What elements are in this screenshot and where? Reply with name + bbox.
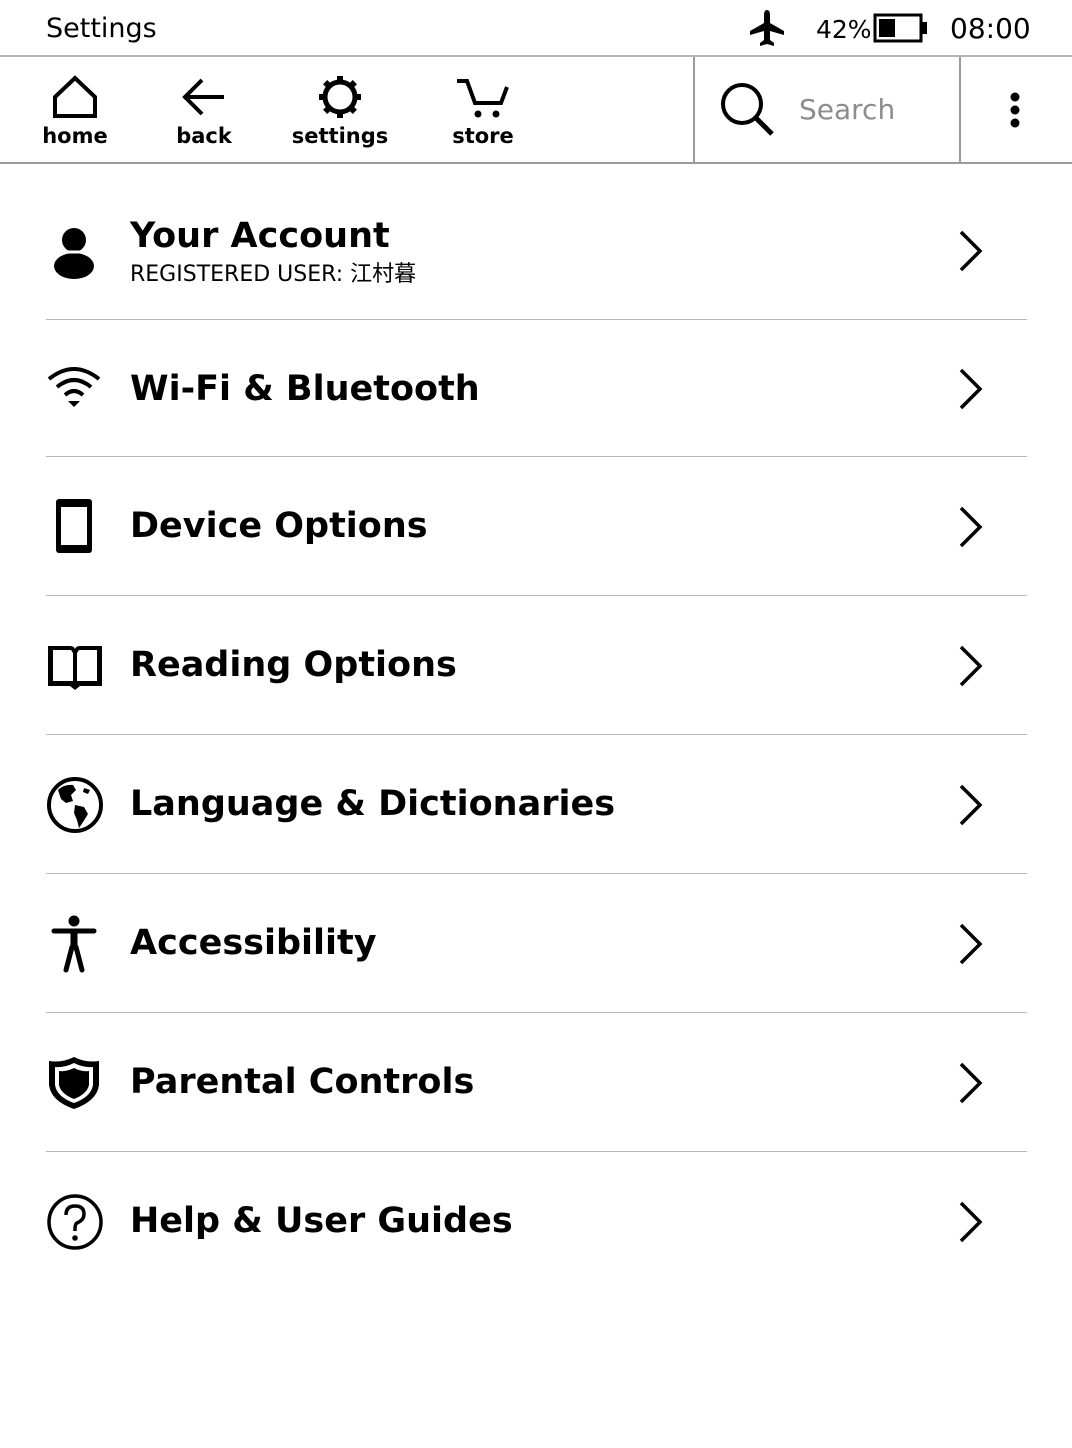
settings-item-label: Your Account	[130, 216, 390, 256]
home-label: home	[42, 124, 108, 148]
settings-item-label: Reading Options	[130, 645, 457, 685]
back-arrow-icon	[182, 78, 224, 116]
settings-item-language-dictionaries[interactable]: Language & Dictionaries	[46, 735, 1027, 874]
settings-item-your-account[interactable]: Your Account REGISTERED USER: 江村暮	[46, 164, 1027, 320]
home-icon	[53, 75, 97, 118]
settings-item-accessibility[interactable]: Accessibility	[46, 874, 1027, 1013]
toolbar: home back settings store Search	[0, 57, 1072, 164]
settings-item-device-options[interactable]: Device Options	[46, 457, 1027, 596]
battery-percentage: 42%	[816, 15, 872, 44]
settings-item-label: Device Options	[130, 506, 428, 546]
chevron-right-icon	[959, 506, 983, 548]
settings-item-reading-options[interactable]: Reading Options	[46, 596, 1027, 735]
chevron-right-icon	[959, 230, 983, 272]
globe-icon	[47, 777, 103, 833]
chevron-right-icon	[959, 784, 983, 826]
settings-label: settings	[291, 124, 389, 148]
status-title: Settings	[46, 13, 157, 44]
settings-item-label: Accessibility	[130, 923, 377, 963]
home-button[interactable]: home	[20, 57, 130, 162]
wifi-icon	[47, 367, 101, 407]
battery-icon	[873, 13, 927, 43]
search-icon	[721, 83, 774, 136]
settings-item-label: Wi-Fi & Bluetooth	[130, 369, 480, 409]
device-icon	[56, 499, 92, 553]
help-icon	[47, 1194, 103, 1250]
airplane-icon	[750, 10, 784, 46]
chevron-right-icon	[959, 923, 983, 965]
accessibility-icon	[51, 915, 97, 973]
settings-item-wifi-bluetooth[interactable]: Wi-Fi & Bluetooth	[46, 320, 1027, 457]
person-icon	[54, 228, 94, 279]
settings-item-label: Parental Controls	[130, 1062, 475, 1102]
more-vertical-icon[interactable]	[990, 87, 1040, 137]
chevron-right-icon	[959, 645, 983, 687]
book-icon	[48, 646, 102, 690]
gear-icon	[319, 76, 361, 118]
chevron-right-icon	[959, 1201, 983, 1243]
battery-level-fill	[879, 19, 895, 37]
settings-button[interactable]: settings	[285, 57, 395, 162]
search-input[interactable]	[799, 91, 949, 127]
cart-icon	[457, 79, 509, 118]
chevron-right-icon	[959, 1062, 983, 1104]
store-label: store	[452, 124, 514, 148]
settings-item-label: Help & User Guides	[130, 1201, 513, 1241]
settings-item-label: Language & Dictionaries	[130, 784, 616, 824]
status-bar: Settings 42% 08:00	[0, 0, 1072, 57]
back-label: back	[176, 124, 232, 148]
settings-item-sublabel: REGISTERED USER: 江村暮	[130, 262, 417, 287]
settings-item-help-user-guides[interactable]: Help & User Guides	[46, 1152, 1027, 1291]
chevron-right-icon	[959, 368, 983, 410]
settings-item-parental-controls[interactable]: Parental Controls	[46, 1013, 1027, 1152]
shield-icon	[49, 1057, 99, 1109]
store-button[interactable]: store	[428, 57, 538, 162]
search-box[interactable]	[693, 57, 961, 162]
clock: 08:00	[950, 12, 1031, 45]
back-button[interactable]: back	[149, 57, 259, 162]
settings-list: Your Account REGISTERED USER: 江村暮 Wi-Fi …	[46, 164, 1027, 1291]
